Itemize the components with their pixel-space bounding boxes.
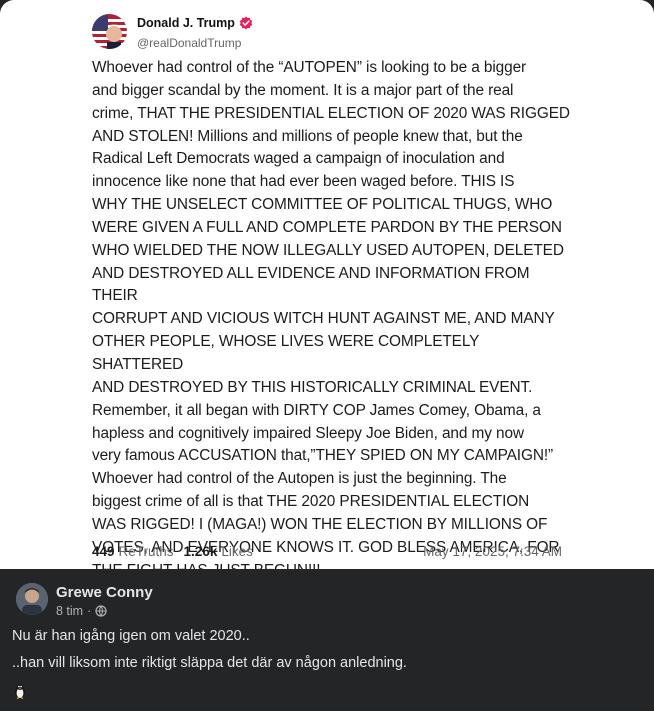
likes-count: 1.26k <box>183 544 218 559</box>
post-text-line-2: ..han vill liksom inte riktigt släppa de… <box>12 655 407 671</box>
post-stats: 449 ReTruths 1.26k Likes May 17, 2025, 7… <box>92 544 562 559</box>
post-author-name[interactable]: Grewe Conny <box>56 584 153 601</box>
author-avatar <box>92 14 127 49</box>
post-body-text: Whoever had control of the “AUTOPEN” is … <box>92 59 570 569</box>
author-name-row: Donald J. Trump <box>137 16 253 30</box>
retruths-count: 449 <box>92 544 115 559</box>
likes-label: Likes <box>221 544 253 559</box>
globe-icon <box>95 605 107 617</box>
avatar[interactable] <box>16 583 48 615</box>
meta-separator: · <box>87 604 92 618</box>
verified-badge-icon <box>239 16 253 30</box>
shared-image[interactable]: Donald J. Trump @realDonaldTrump Whoever… <box>0 0 654 569</box>
post-time[interactable]: 8 tim <box>56 604 83 618</box>
post-meta: 8 tim · <box>56 604 107 618</box>
penguin-icon <box>14 683 26 700</box>
truth-social-post-card: Donald J. Trump @realDonaldTrump Whoever… <box>0 0 654 569</box>
author-name: Donald J. Trump <box>137 16 235 30</box>
facebook-post: Grewe Conny 8 tim · Nu är han igång igen… <box>0 569 654 711</box>
post-text-line-1: Nu är han igång igen om valet 2020.. <box>12 628 250 644</box>
author-handle: @realDonaldTrump <box>137 36 242 50</box>
retruths-label: ReTruths <box>118 544 174 559</box>
post-date: May 17, 2025, 7:34 AM <box>423 544 562 559</box>
